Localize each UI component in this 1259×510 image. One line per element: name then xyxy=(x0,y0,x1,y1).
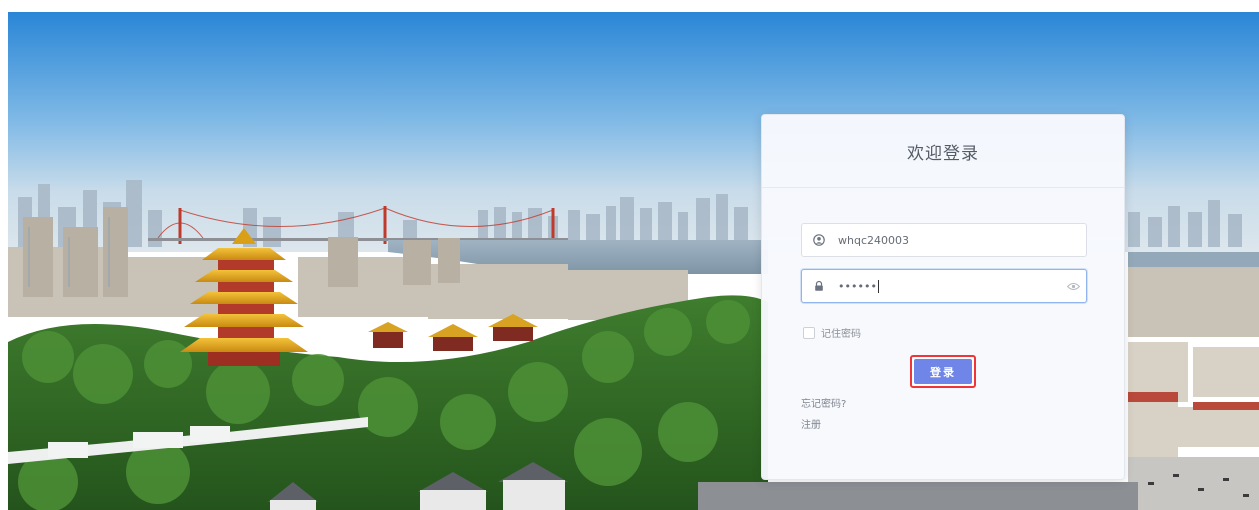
password-input[interactable]: •••••• xyxy=(834,279,1060,293)
register-link[interactable]: 注册 xyxy=(801,416,821,431)
login-button[interactable]: 登录 xyxy=(910,355,976,388)
login-card: 欢迎登录 •••••• xyxy=(761,114,1125,480)
forgot-password-link[interactable]: 忘记密码? xyxy=(801,395,846,410)
login-page: 欢迎登录 •••••• xyxy=(0,0,1259,510)
lock-icon xyxy=(804,280,834,292)
user-circle-icon xyxy=(804,234,834,246)
eye-icon[interactable] xyxy=(1060,282,1086,291)
password-field[interactable]: •••••• xyxy=(801,269,1087,303)
login-card-header: 欢迎登录 xyxy=(762,115,1124,188)
login-title: 欢迎登录 xyxy=(907,143,979,164)
text-caret xyxy=(877,279,879,293)
password-masked-value: •••••• xyxy=(838,279,877,293)
username-field[interactable] xyxy=(801,223,1087,257)
username-input[interactable] xyxy=(834,224,1086,256)
login-button-label: 登录 xyxy=(914,359,972,384)
remember-password-label: 记住密码 xyxy=(821,329,861,340)
remember-password-checkbox[interactable] xyxy=(803,326,815,339)
remember-password-option[interactable]: 记住密码 xyxy=(803,325,861,340)
